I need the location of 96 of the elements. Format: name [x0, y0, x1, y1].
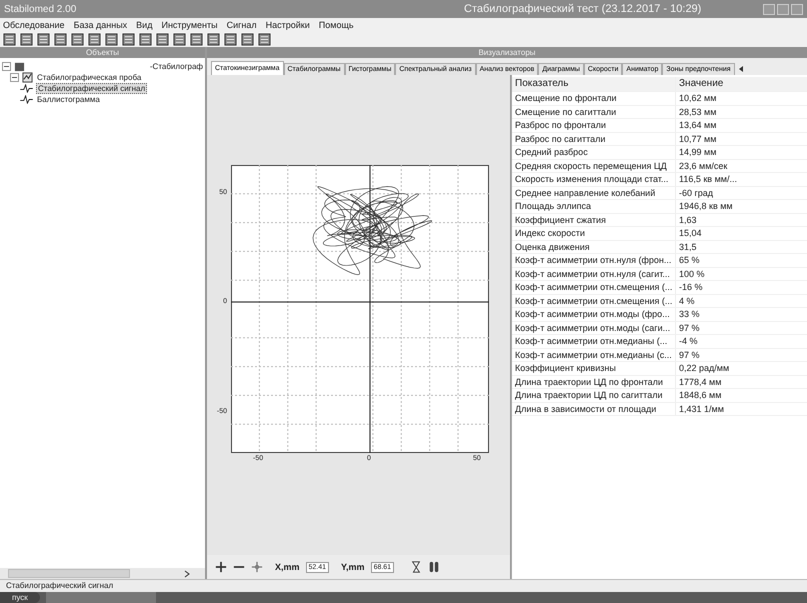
status-text: Стабилографический сигнал: [6, 581, 114, 590]
table-cell: Разброс по сагиттали: [512, 132, 676, 145]
column-header[interactable]: Значение: [676, 77, 807, 91]
hourglass-icon[interactable]: [410, 561, 422, 573]
table-cell: Длина траектории ЦД по фронтали: [512, 376, 676, 388]
table-cell-text: -16 %: [678, 281, 704, 294]
table-cell-text: 65 %: [678, 254, 701, 266]
table-cell: Коэф-т асимметрии отн.нуля (сагит...: [512, 268, 676, 280]
panel-header: Объекты: [0, 47, 205, 58]
table-cell: Длина в зависимости от площади: [512, 402, 676, 415]
table-cell-text: 23,6 мм/сек: [678, 160, 728, 172]
scroll-right-icon[interactable]: [183, 570, 191, 578]
toolbar-icon[interactable]: [71, 32, 84, 46]
menu-item[interactable]: База данных: [74, 20, 128, 30]
table-cell: Коэф-т асимметрии отн.нуля (фрон...: [512, 254, 676, 266]
table-cell-text: 28,53 мм: [678, 106, 718, 118]
table-cell: Коэф-т асимметрии отн.смещения (...: [512, 281, 676, 294]
toolbar-icon[interactable]: [139, 32, 152, 46]
table-cell: Скорость изменения площади стат...: [512, 173, 676, 186]
table-cell: Оценка движения: [512, 240, 676, 253]
zoom-in-icon[interactable]: [215, 561, 227, 573]
table-cell-text: 100 %: [678, 268, 706, 280]
table-cell-text: 10,77 мм: [678, 132, 718, 145]
window-title: Стабилографический тест (23.12.2017 - 10:29): [463, 3, 702, 15]
table-cell: Смещение по фронтали: [512, 92, 676, 104]
table-cell-text: 10,62 мм: [678, 92, 718, 104]
y-label: Y,mm: [341, 562, 365, 572]
toolbar-icon[interactable]: [190, 32, 203, 46]
table-cell-text: 1,431 1/мм: [678, 402, 725, 415]
collapse-icon[interactable]: [10, 73, 19, 82]
table-cell-text: 33 %: [678, 308, 701, 320]
table-cell: Коэф-т асимметрии отн.моды (саги...: [512, 322, 676, 334]
tree-item[interactable]: -Стабилограф: [150, 62, 203, 71]
table-cell-text: -4 %: [678, 335, 699, 348]
toolbar-icon[interactable]: [224, 32, 237, 46]
toolbar-icon[interactable]: [258, 32, 271, 46]
collapse-icon[interactable]: [2, 62, 11, 71]
tree-item[interactable]: Баллистограмма: [36, 95, 101, 104]
horizontal-scrollbar[interactable]: [0, 568, 205, 579]
menu-item[interactable]: Вид: [136, 20, 152, 30]
toolbar-icon[interactable]: [3, 32, 16, 46]
table-cell-text: -60 град: [678, 186, 714, 199]
crosshair-icon[interactable]: [251, 561, 263, 573]
table-cell-text: 97 %: [678, 348, 701, 361]
toolbar-icon[interactable]: [241, 32, 254, 46]
app-name: Stabilomed 2.00: [4, 4, 78, 14]
toolbar-icon[interactable]: [156, 32, 169, 46]
toolbar-icon[interactable]: [88, 32, 101, 46]
column-header[interactable]: Показатель: [512, 77, 676, 91]
tree-item[interactable]: Стабилографический сигнал: [36, 83, 148, 94]
table-cell: Средняя скорость перемещения ЦД: [512, 160, 676, 172]
chart-icon: [22, 72, 33, 83]
x-label: X,mm: [275, 562, 300, 572]
toolbar-icon[interactable]: [105, 32, 118, 46]
table-cell: Разброс по фронтали: [512, 119, 676, 132]
menu-item[interactable]: Настройки: [266, 20, 310, 30]
table-cell: Индекс скорости: [512, 227, 676, 240]
table-cell: Коэф-т асимметрии отн.смещения (...: [512, 294, 676, 307]
table-cell-text: 97 %: [678, 322, 701, 334]
table-cell-text: 0,22 рад/мм: [678, 362, 730, 374]
start-button[interactable]: пуск: [0, 592, 40, 603]
table-cell-text: 116,5 кв мм/...: [678, 173, 738, 186]
toolbar-icon[interactable]: [37, 32, 50, 46]
table-cell-text: 13,64 мм: [678, 119, 718, 132]
panel-header: Визуализаторы: [207, 47, 807, 58]
toolbar-icon[interactable]: [54, 32, 67, 46]
table-cell-text: 4 %: [678, 294, 696, 307]
tree-item[interactable]: Стабилографическая проба: [36, 73, 142, 82]
table-cell: Средний разброс: [512, 146, 676, 158]
table-cell-text: 1778,4 мм: [678, 376, 722, 388]
table-cell: Коэф-т асимметрии отн.медианы (с...: [512, 348, 676, 361]
menu-item[interactable]: Обследование: [3, 20, 65, 30]
table-cell-text: 1848,6 мм: [678, 389, 722, 402]
wave-icon: [20, 84, 33, 93]
scroll-left-icon[interactable]: [736, 65, 745, 73]
table-cell-text: 1946,8 кв мм: [678, 200, 734, 212]
table-cell: Коэффициент сжатия: [512, 214, 676, 226]
table-cell: Коэф-т асимметрии отн.медианы (...: [512, 335, 676, 348]
table-cell: Длина траектории ЦД по сагиттали: [512, 389, 676, 402]
table-cell: Смещение по сагиттали: [512, 106, 676, 118]
table-cell-text: 31,5: [678, 240, 698, 253]
table-cell-text: 14,99 мм: [678, 146, 718, 158]
table-cell: Коэф-т асимметрии отн.моды (фро...: [512, 308, 676, 320]
wave-icon: [20, 95, 33, 104]
table-cell: Коэффициент кривизны: [512, 362, 676, 374]
toolbar-icon[interactable]: [20, 32, 33, 46]
table-cell: Площадь эллипса: [512, 200, 676, 212]
menu-item[interactable]: Помощь: [318, 20, 354, 30]
table-cell-text: 15,04: [678, 227, 703, 240]
menu-item[interactable]: Инструменты: [161, 20, 218, 30]
toolbar-icon[interactable]: [207, 32, 220, 46]
table-cell-text: 1,63: [678, 214, 698, 226]
table-cell: Среднее направление колебаний: [512, 186, 676, 199]
toolbar-icon[interactable]: [122, 32, 135, 46]
toolbar-icon[interactable]: [173, 32, 186, 46]
menu-item[interactable]: Сигнал: [226, 20, 257, 30]
